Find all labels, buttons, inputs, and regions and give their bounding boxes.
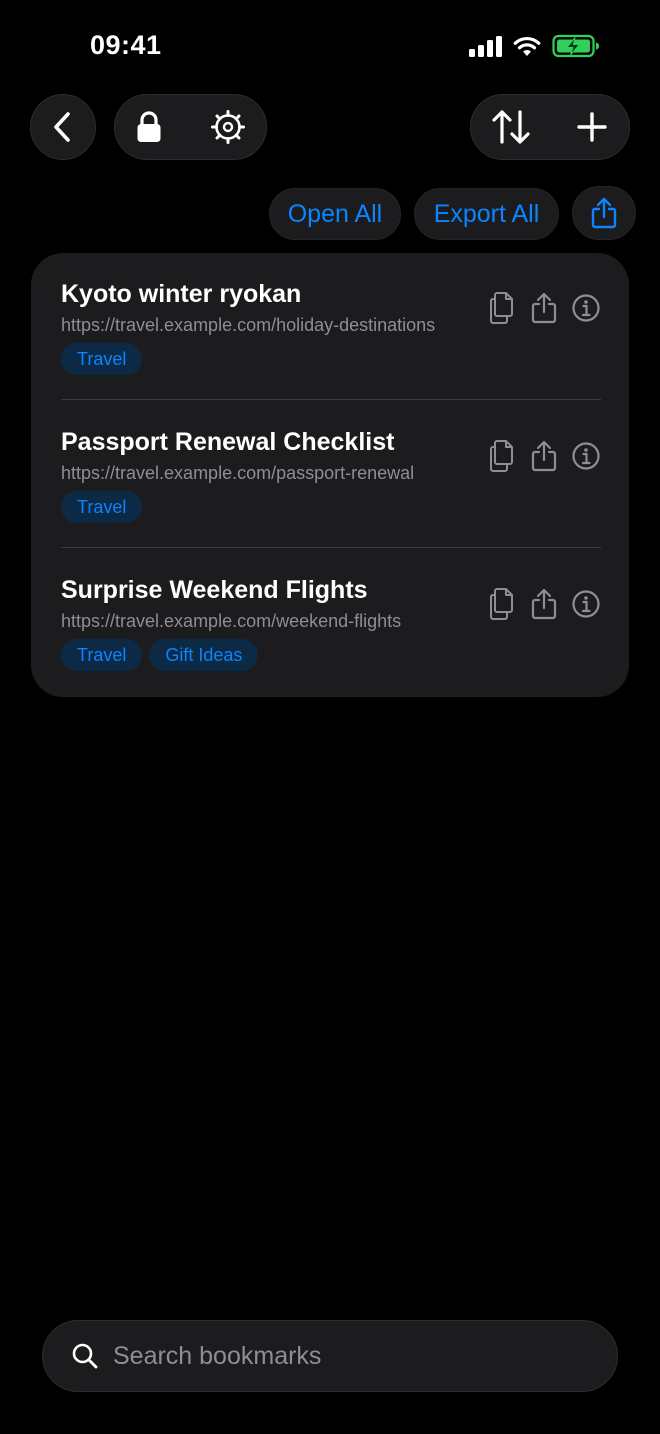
search-input[interactable]: [113, 1341, 553, 1371]
copy-link-button[interactable]: [487, 291, 517, 325]
battery-charging-icon: [552, 34, 599, 58]
gear-icon: [211, 110, 245, 144]
share-icon: [531, 440, 557, 472]
search-bar[interactable]: [42, 1320, 618, 1392]
bookmark-title: Surprise Weekend Flights: [61, 576, 368, 604]
bookmarks-list: Kyoto winter ryokan https://travel.exampl…: [31, 253, 629, 697]
share-icon: [591, 197, 617, 229]
bookmark-row[interactable]: Passport Renewal Checklist https://travel…: [61, 401, 601, 549]
sort-button[interactable]: [491, 109, 531, 145]
share-bookmark-button[interactable]: [529, 439, 559, 473]
share-icon: [531, 588, 557, 620]
copy-icon: [490, 588, 513, 620]
bookmark-url: https://travel.example.com/weekend-fligh…: [61, 611, 402, 631]
status-time: 09:41: [90, 30, 162, 60]
lock-icon: [137, 111, 161, 142]
header-right-group: [470, 94, 630, 160]
info-icon: [572, 590, 600, 618]
bookmark-url: https://travel.example.com/holiday-desti…: [61, 315, 436, 335]
row-divider: [61, 399, 601, 400]
wifi-icon: [513, 36, 541, 56]
add-bookmark-button[interactable]: [577, 112, 607, 142]
copy-link-button[interactable]: [487, 439, 517, 473]
lock-button[interactable]: [135, 110, 163, 144]
tag-chip[interactable]: Travel: [61, 491, 143, 523]
copy-icon: [490, 440, 513, 472]
settings-button[interactable]: [210, 109, 246, 145]
cellular-signal-icon: [469, 35, 502, 57]
tag-chip[interactable]: Travel: [61, 343, 143, 375]
share-icon: [531, 292, 557, 324]
bookmark-tags: Travel Gift Ideas: [61, 639, 259, 671]
bookmark-tags: Travel: [61, 491, 143, 523]
back-button[interactable]: [30, 94, 96, 160]
info-icon: [572, 294, 600, 322]
bookmark-tags: Travel: [61, 343, 143, 375]
row-divider: [61, 547, 601, 548]
bookmark-row[interactable]: Kyoto winter ryokan https://travel.exampl…: [61, 253, 601, 401]
bookmark-actions: [487, 587, 601, 621]
tag-chip[interactable]: Travel: [61, 639, 143, 671]
bookmark-info-button[interactable]: [571, 291, 601, 325]
search-icon: [72, 1343, 98, 1369]
share-bookmark-button[interactable]: [529, 587, 559, 621]
bookmark-row[interactable]: Surprise Weekend Flights https://travel.e…: [61, 549, 601, 697]
copy-link-button[interactable]: [487, 587, 517, 621]
bookmarks-screen: 09:41 Open All Export All Kyoto winter r…: [0, 0, 660, 1434]
back-chevron-icon: [54, 112, 70, 142]
copy-icon: [490, 292, 513, 324]
plus-icon: [577, 112, 607, 142]
share-bookmark-button[interactable]: [529, 291, 559, 325]
open-all-button[interactable]: Open All: [269, 188, 401, 240]
status-icons: [469, 34, 600, 58]
bookmark-title: Passport Renewal Checklist: [61, 428, 395, 456]
sort-arrows-icon: [492, 110, 530, 144]
info-icon: [572, 442, 600, 470]
bookmark-actions: [487, 439, 601, 473]
bookmark-info-button[interactable]: [571, 587, 601, 621]
bookmark-actions: [487, 291, 601, 325]
tag-chip[interactable]: Gift Ideas: [149, 639, 259, 671]
share-all-button[interactable]: [572, 186, 636, 240]
bookmark-info-button[interactable]: [571, 439, 601, 473]
bookmark-url: https://travel.example.com/passport-rene…: [61, 463, 415, 483]
export-all-button[interactable]: Export All: [414, 188, 559, 240]
bookmark-title: Kyoto winter ryokan: [61, 280, 302, 308]
header-left-group: [114, 94, 267, 160]
